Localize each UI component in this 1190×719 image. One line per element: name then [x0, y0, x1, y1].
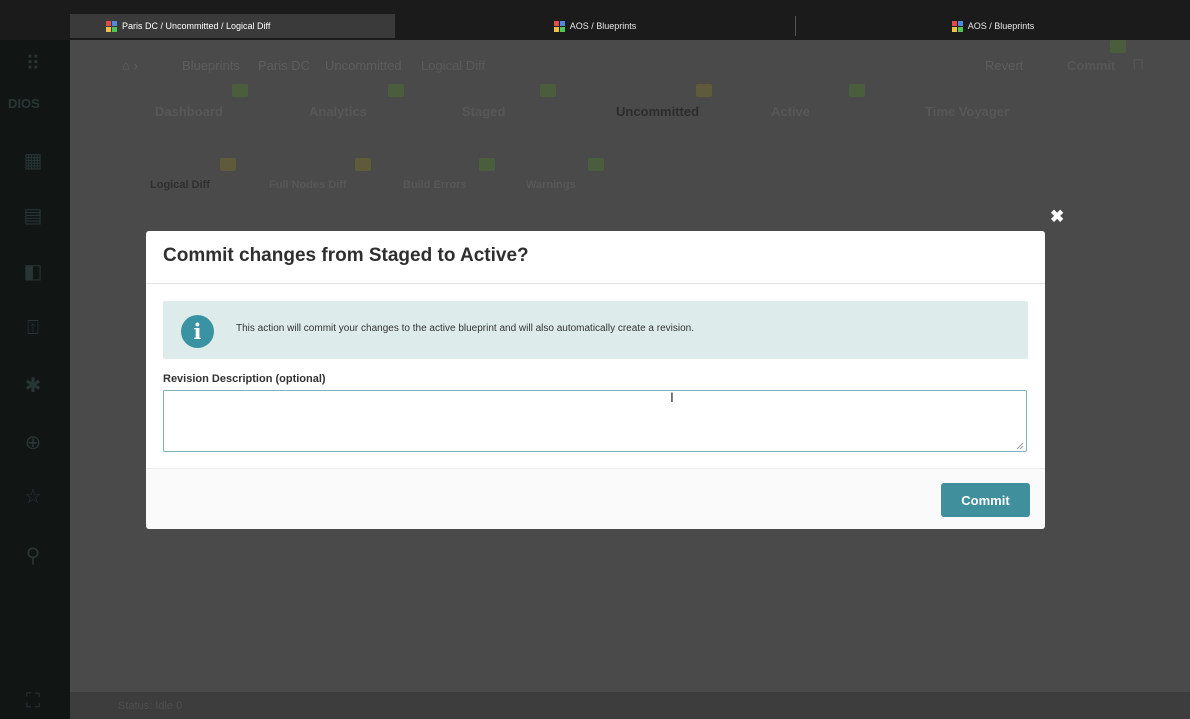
app-sidebar: ⠿ DIOS ▦ ▤ ◧ ⍐ ✱ ⊕ ☆ ⚲ ⛶ — [0, 40, 70, 719]
browser-tab-strip: Paris DC / Uncommitted / Logical Diff AO… — [0, 0, 1190, 40]
subtab-badge — [479, 158, 495, 171]
dialog-divider — [146, 283, 1045, 284]
revert-button[interactable]: Revert — [985, 58, 1023, 73]
tab-badge — [540, 84, 556, 97]
subtab-build-errors[interactable]: Build Errors — [403, 179, 467, 191]
app-favicon-icon — [553, 20, 565, 32]
tab-staged[interactable]: Staged — [462, 104, 505, 119]
breadcrumb-blueprints[interactable]: Blueprints — [182, 58, 240, 73]
platform-nav-icon[interactable]: ⊕ — [22, 432, 44, 454]
tab-analytics[interactable]: Analytics — [309, 104, 367, 119]
subtab-warnings[interactable]: Warnings — [526, 179, 576, 191]
resize-handle-icon[interactable] — [1016, 442, 1024, 450]
favorites-nav-icon[interactable]: ☆ — [22, 486, 44, 508]
close-icon[interactable]: ✖ — [1050, 207, 1064, 227]
tab-time-voyager[interactable]: Time Voyager — [925, 104, 1009, 119]
app-favicon-icon — [106, 20, 117, 32]
info-alert: i This action will commit your changes t… — [163, 301, 1028, 359]
devices-nav-icon[interactable]: ⍐ — [22, 317, 44, 339]
commit-button[interactable]: Commit — [941, 483, 1030, 517]
tab-badge — [696, 84, 712, 97]
resources-nav-icon[interactable]: ◧ — [22, 261, 44, 283]
app-favicon-icon — [951, 20, 963, 32]
browser-tab-blueprints-1[interactable]: AOS / Blueprints — [395, 14, 795, 38]
subtab-badge — [355, 158, 371, 171]
tab-active[interactable]: Active — [771, 104, 810, 119]
breadcrumb-logical-diff: Logical Diff — [421, 58, 486, 73]
user-nav-icon[interactable]: ⚲ — [22, 545, 44, 567]
revision-description-field[interactable] — [163, 390, 1027, 452]
commit-count-badge — [1110, 40, 1126, 53]
commit-dialog: Commit changes from Staged to Active? i … — [146, 231, 1045, 529]
dialog-title: Commit changes from Staged to Active? — [163, 245, 529, 266]
tab-uncommitted[interactable]: Uncommitted — [616, 104, 699, 119]
info-icon: i — [181, 315, 214, 348]
breadcrumb-uncommitted[interactable]: Uncommitted — [325, 58, 402, 73]
tab-dashboard[interactable]: Dashboard — [155, 104, 223, 119]
blueprints-nav-icon[interactable]: ▦ — [22, 150, 44, 172]
browser-tab-blueprints-2[interactable]: AOS / Blueprints — [796, 14, 1190, 38]
dialog-footer — [146, 468, 1045, 529]
lock-icon[interactable]: ⊓ — [1132, 54, 1144, 74]
apps-grid-icon[interactable]: ⠿ — [22, 53, 44, 75]
home-icon[interactable]: ⌂ › — [122, 58, 138, 73]
subtab-logical-diff[interactable]: Logical Diff — [150, 179, 210, 191]
external-systems-nav-icon[interactable]: ✱ — [22, 375, 44, 397]
subtab-full-nodes-diff[interactable]: Full Nodes Diff — [269, 179, 347, 191]
text-cursor-icon: I — [670, 389, 674, 405]
status-bar: Status: Idle 0 — [70, 692, 1190, 719]
tab-badge — [849, 84, 865, 97]
app-logo: DIOS — [8, 96, 40, 111]
tab-badge — [232, 84, 248, 97]
browser-tab-label: AOS / Blueprints — [569, 21, 637, 31]
subtab-badge — [588, 158, 604, 171]
revision-description-label: Revision Description (optional) — [163, 373, 326, 385]
expand-sidebar-icon[interactable]: ⛶ — [22, 690, 44, 712]
tab-badge — [388, 84, 404, 97]
status-text: Status: Idle 0 — [118, 700, 183, 712]
subtab-badge — [220, 158, 236, 171]
breadcrumb-paris-dc[interactable]: Paris DC — [258, 58, 310, 73]
browser-tab-logical-diff[interactable]: Paris DC / Uncommitted / Logical Diff — [70, 14, 395, 38]
browser-tab-label: Paris DC / Uncommitted / Logical Diff — [122, 21, 271, 31]
design-nav-icon[interactable]: ▤ — [22, 205, 44, 227]
browser-tab-label: AOS / Blueprints — [967, 21, 1035, 31]
info-message: This action will commit your changes to … — [236, 323, 694, 334]
commit-header-button[interactable]: Commit — [1067, 58, 1115, 73]
